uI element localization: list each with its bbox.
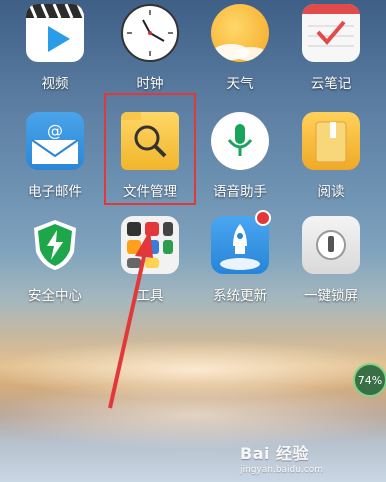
battery-widget[interactable]: 74%: [353, 363, 386, 397]
app-cloud-notes[interactable]: 云笔记: [288, 4, 374, 104]
lock-screen-icon: [302, 216, 360, 274]
app-label: 时钟: [136, 76, 164, 92]
app-weather[interactable]: 天气: [197, 4, 283, 104]
cloud-notes-icon: [302, 4, 360, 62]
tools-folder-icon: [121, 216, 179, 274]
app-label: 语音助手: [213, 184, 267, 200]
app-label: 视频: [41, 76, 69, 92]
video-play-icon: [26, 4, 84, 62]
update-badge-icon: [255, 210, 271, 226]
app-reader[interactable]: 阅读: [288, 112, 374, 212]
app-label: 一键锁屏: [304, 288, 358, 304]
app-clock[interactable]: 时钟: [107, 4, 193, 104]
svg-text:@: @: [47, 121, 63, 140]
book-reader-icon: [302, 112, 360, 170]
app-label: 云笔记: [310, 76, 352, 92]
app-system-update[interactable]: 系统更新: [197, 216, 283, 316]
app-label: 电子邮件: [28, 184, 82, 200]
highlight-box: [104, 93, 196, 205]
voice-assistant-icon: [211, 112, 269, 170]
battery-percent: 74%: [357, 373, 383, 387]
security-shield-icon: [26, 216, 84, 274]
app-label: 系统更新: [213, 288, 267, 304]
app-video[interactable]: 视频: [12, 4, 98, 104]
watermark: Bai 经验 jingyan.baidu.com: [240, 440, 323, 475]
app-label: 工具: [136, 288, 164, 304]
app-label: 阅读: [317, 184, 345, 200]
app-label: 天气: [226, 76, 254, 92]
clock-icon: [121, 4, 179, 62]
weather-sun-icon: [211, 4, 269, 62]
email-icon: @: [26, 112, 84, 170]
app-voice-assistant[interactable]: 语音助手: [197, 112, 283, 212]
app-lock-screen[interactable]: 一键锁屏: [288, 216, 374, 316]
app-label: 安全中心: [28, 288, 82, 304]
app-email[interactable]: @ 电子邮件: [12, 112, 98, 212]
app-tools[interactable]: 工具: [107, 216, 193, 316]
watermark-url: jingyan.baidu.com: [240, 465, 324, 475]
app-security-center[interactable]: 安全中心: [12, 216, 98, 316]
watermark-logo: Bai 经验: [240, 444, 310, 463]
